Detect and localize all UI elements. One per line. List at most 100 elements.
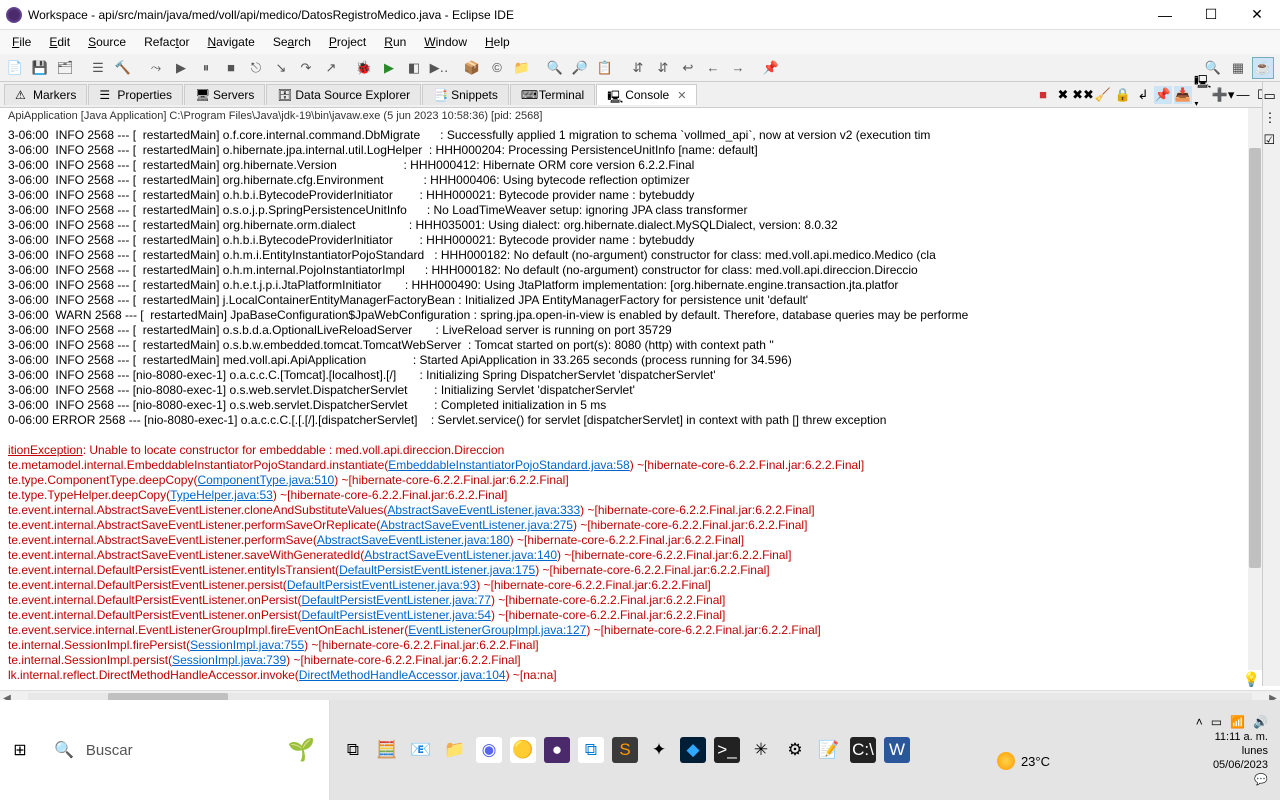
word-icon[interactable]: W xyxy=(884,737,910,763)
data-source-icon: 🗄 xyxy=(277,88,291,102)
tab-properties[interactable]: ☰Properties xyxy=(88,84,183,105)
display-selected-icon[interactable]: 🖳▾ xyxy=(1194,86,1212,104)
menu-edit[interactable]: Edit xyxy=(41,33,78,51)
vscode-icon[interactable]: ⧉ xyxy=(578,737,604,763)
skip-breakpoints-icon[interactable]: ⤳ xyxy=(145,57,167,79)
menu-window[interactable]: Window xyxy=(416,33,475,51)
menu-navigate[interactable]: Navigate xyxy=(199,33,262,51)
sublime-icon[interactable]: S xyxy=(612,737,638,763)
new-folder-icon[interactable]: 📁 xyxy=(511,57,533,79)
discord-icon[interactable]: ◉ xyxy=(476,737,502,763)
minimize-view-icon[interactable]: — xyxy=(1234,86,1252,104)
task-view-icon[interactable]: ⧉ xyxy=(340,737,366,763)
save-icon[interactable]: 💾 xyxy=(29,57,51,79)
adobe-icon[interactable]: ◆ xyxy=(680,737,706,763)
menu-search[interactable]: Search xyxy=(265,33,319,51)
remove-all-icon[interactable]: ✖✖ xyxy=(1074,86,1092,104)
forward-icon[interactable]: → xyxy=(727,57,749,79)
pin-icon[interactable]: 📌 xyxy=(760,57,782,79)
vertical-scroll-thumb[interactable] xyxy=(1249,148,1261,568)
minimize-button[interactable]: — xyxy=(1142,0,1188,30)
resume-icon[interactable]: ▶ xyxy=(170,57,192,79)
new-class-icon[interactable]: © xyxy=(486,57,508,79)
scroll-lock-icon[interactable]: 🔒 xyxy=(1114,86,1132,104)
tab-servers[interactable]: 🖥Servers xyxy=(184,84,265,105)
task-list-icon[interactable]: ☑ xyxy=(1264,132,1280,148)
open-console-icon[interactable]: ➕▾ xyxy=(1214,86,1232,104)
word-wrap-icon[interactable]: ↲ xyxy=(1134,86,1152,104)
notifications-icon[interactable]: 💬 xyxy=(1254,773,1268,786)
toggle-breadcrumb-icon[interactable]: ☰ xyxy=(87,57,109,79)
close-button[interactable]: ✕ xyxy=(1234,0,1280,30)
clock-day: lunes xyxy=(1242,745,1268,757)
java-ee-perspective-icon[interactable]: ☕ xyxy=(1252,57,1274,79)
vertical-scrollbar[interactable] xyxy=(1248,108,1262,670)
menu-project[interactable]: Project xyxy=(321,33,374,51)
last-edit-icon[interactable]: ↩ xyxy=(677,57,699,79)
tray-chevron-icon[interactable]: ˄ xyxy=(1196,715,1203,729)
back-icon[interactable]: ← xyxy=(702,57,724,79)
tab-console[interactable]: 🖳Console✕ xyxy=(596,84,697,105)
mail-icon[interactable]: 📧 xyxy=(408,737,434,763)
menu-help[interactable]: Help xyxy=(477,33,518,51)
menu-file[interactable]: File xyxy=(4,33,39,51)
terminate-icon[interactable]: ■ xyxy=(220,57,242,79)
coverage-icon[interactable]: ◧ xyxy=(403,57,425,79)
open-perspective-icon[interactable]: ▦ xyxy=(1227,57,1249,79)
explorer-icon[interactable]: 📁 xyxy=(442,737,468,763)
disconnect-icon[interactable]: ⎋ xyxy=(245,57,267,79)
menu-source[interactable]: Source xyxy=(80,33,134,51)
cmd-icon[interactable]: >_ xyxy=(714,737,740,763)
console-output[interactable]: 3-06:00 INFO 2568 --- [ restartedMain] o… xyxy=(0,128,1280,690)
slack-icon[interactable]: ✳ xyxy=(748,737,774,763)
remove-launch-icon[interactable]: ✖ xyxy=(1054,86,1072,104)
close-icon[interactable]: ✕ xyxy=(677,89,686,102)
taskbar-search[interactable]: 🔍 Buscar 🌱 xyxy=(40,700,330,800)
volume-icon[interactable]: 🔊 xyxy=(1253,715,1268,729)
tab-snippets[interactable]: 📑Snippets xyxy=(422,84,509,105)
show-console-icon[interactable]: 📥 xyxy=(1174,86,1192,104)
run-server-icon[interactable]: ▶‥ xyxy=(428,57,450,79)
battery-icon[interactable]: ▭ xyxy=(1211,715,1222,729)
notepad-icon[interactable]: 📝 xyxy=(816,737,842,763)
debug-icon[interactable]: 🐞 xyxy=(353,57,375,79)
terminate-console-icon[interactable]: ■ xyxy=(1034,86,1052,104)
tip-bulb-icon[interactable]: 💡 xyxy=(1243,671,1260,688)
tab-terminal[interactable]: ⌨Terminal xyxy=(510,84,595,105)
weather-widget[interactable]: 23°C xyxy=(997,752,1050,770)
clear-console-icon[interactable]: 🧹 xyxy=(1094,86,1112,104)
settings-icon[interactable]: ⚙ xyxy=(782,737,808,763)
console-icon: 🖳 xyxy=(607,88,621,102)
tab-data-source-explorer[interactable]: 🗄Data Source Explorer xyxy=(266,84,421,105)
step-over-icon[interactable]: ↷ xyxy=(295,57,317,79)
eclipse-app-icon[interactable]: ● xyxy=(544,737,570,763)
start-button[interactable]: ⊞ xyxy=(0,700,40,800)
calculator-icon[interactable]: 🧮 xyxy=(374,737,400,763)
open-task-icon[interactable]: 📋 xyxy=(594,57,616,79)
menu-refactor[interactable]: Refactor xyxy=(136,33,197,51)
suspend-icon[interactable]: ⏸ xyxy=(195,57,217,79)
new-package-icon[interactable]: 📦 xyxy=(461,57,483,79)
save-all-icon[interactable]: 🗂 xyxy=(54,57,76,79)
build-icon[interactable]: 🔨 xyxy=(112,57,134,79)
new-icon[interactable]: 📄 xyxy=(4,57,26,79)
pin-console-icon[interactable]: 📌 xyxy=(1154,86,1172,104)
clock-time[interactable]: 11:11 a. m. xyxy=(1215,731,1268,743)
outline-icon[interactable]: ⋮ xyxy=(1264,110,1280,126)
menu-run[interactable]: Run xyxy=(376,33,414,51)
search-icon: 🔍 xyxy=(54,740,74,760)
restore-icon[interactable]: ▭ xyxy=(1264,88,1280,104)
search-icon[interactable]: 🔎 xyxy=(569,57,591,79)
prev-annotation-icon[interactable]: ⇵ xyxy=(627,57,649,79)
step-return-icon[interactable]: ↗ xyxy=(320,57,342,79)
step-into-icon[interactable]: ↘ xyxy=(270,57,292,79)
open-type-icon[interactable]: 🔍 xyxy=(544,57,566,79)
maximize-button[interactable]: ☐ xyxy=(1188,0,1234,30)
run-icon[interactable]: ▶ xyxy=(378,57,400,79)
copilot-icon[interactable]: ✦ xyxy=(646,737,672,763)
wifi-icon[interactable]: 📶 xyxy=(1230,715,1245,729)
tab-markers[interactable]: ⚠Markers xyxy=(4,84,87,105)
terminal-app-icon[interactable]: C:\ xyxy=(850,737,876,763)
next-annotation-icon[interactable]: ⇵ xyxy=(652,57,674,79)
chrome-icon[interactable]: 🟡 xyxy=(510,737,536,763)
